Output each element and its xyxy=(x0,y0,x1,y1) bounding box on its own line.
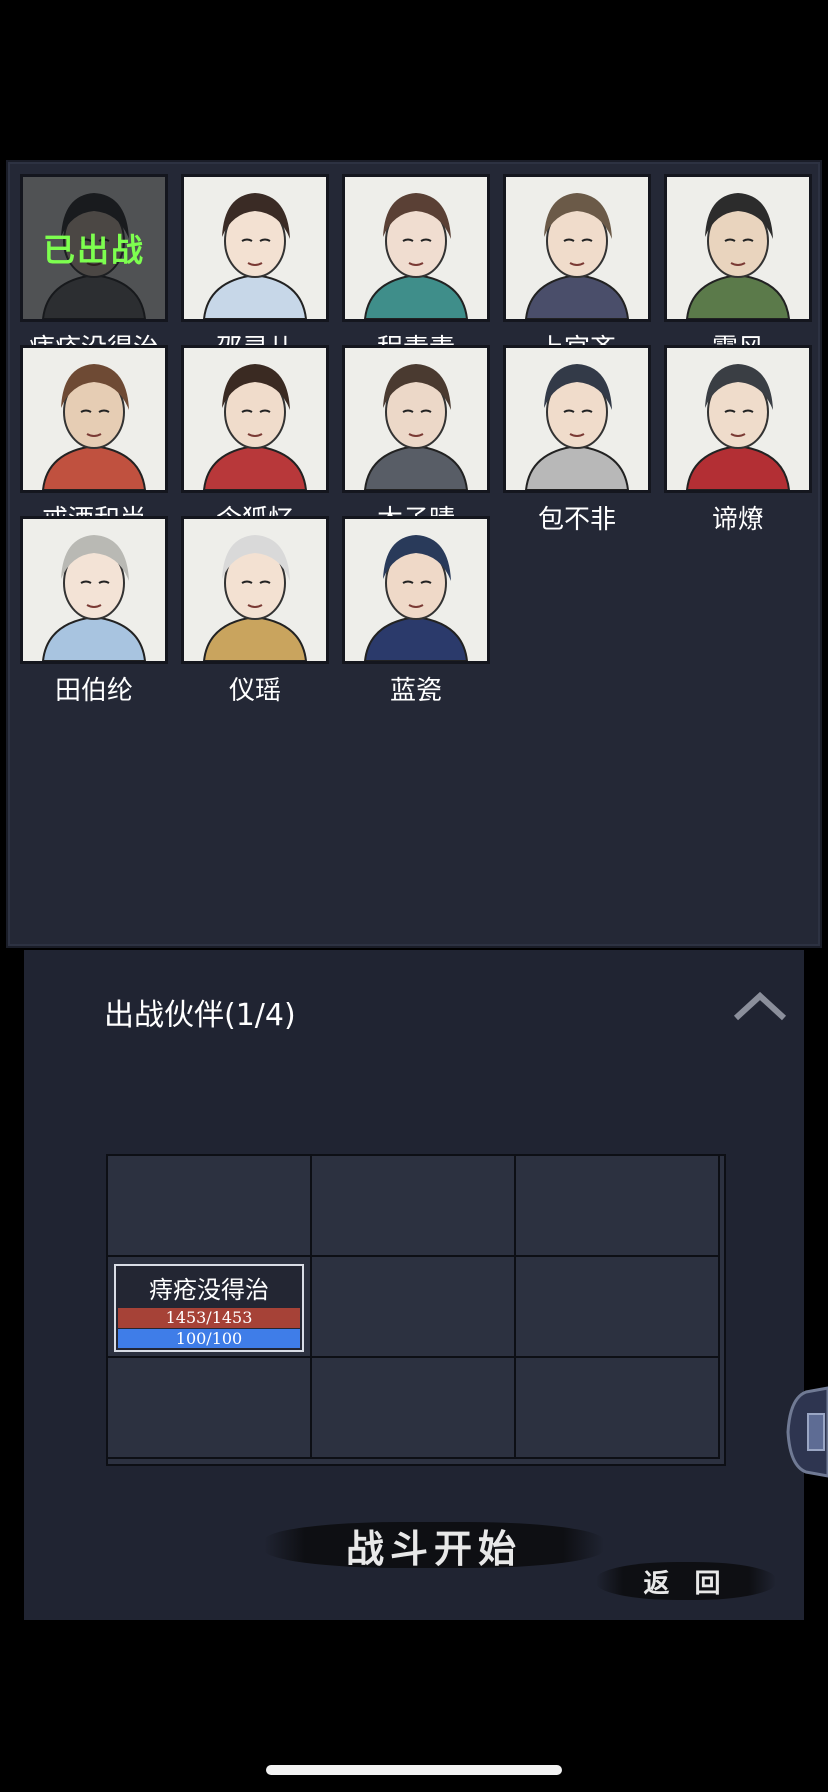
hero-portrait xyxy=(342,516,490,664)
formation-slot[interactable] xyxy=(106,1356,312,1459)
hero-card[interactable]: 蓝瓷 xyxy=(340,516,492,706)
side-menu-tab-icon[interactable] xyxy=(784,1384,828,1480)
hero-card[interactable]: 邵灵儿 xyxy=(179,174,331,364)
formation-slot[interactable] xyxy=(310,1154,516,1257)
hero-portrait xyxy=(20,516,168,664)
hero-portrait xyxy=(20,345,168,493)
hero-portrait xyxy=(181,345,329,493)
hero-name: 谛燎 xyxy=(711,505,764,535)
hero-card[interactable]: 仪瑶 xyxy=(179,516,331,706)
hero-portrait xyxy=(503,174,651,322)
hero-card[interactable]: 上官齐 xyxy=(501,174,653,364)
deployed-badge: 已出战 xyxy=(23,177,165,319)
formation-slot[interactable] xyxy=(310,1356,516,1459)
formation-slot[interactable] xyxy=(514,1356,720,1459)
hero-portrait xyxy=(342,174,490,322)
home-indicator xyxy=(266,1765,562,1775)
mp-bar: 100/100 xyxy=(118,1329,300,1348)
hero-portrait xyxy=(181,174,329,322)
hero-card[interactable]: 谛燎 xyxy=(662,345,814,535)
hero-portrait xyxy=(664,174,812,322)
hero-card[interactable]: 包不非 xyxy=(501,345,653,535)
formation-slot[interactable] xyxy=(310,1255,516,1358)
battle-start-button[interactable]: 战斗开始 xyxy=(264,1510,604,1580)
hero-card[interactable]: 霄风 xyxy=(662,174,814,364)
hero-name: 蓝瓷 xyxy=(389,676,442,706)
formation-slot[interactable] xyxy=(514,1154,720,1257)
back-label: 返 回 xyxy=(643,1568,729,1599)
hero-name: 田伯纶 xyxy=(54,676,133,706)
hero-portrait xyxy=(503,345,651,493)
hero-portrait xyxy=(342,345,490,493)
hero-card[interactable]: 木子晴 xyxy=(340,345,492,535)
formation-slot-occupied[interactable]: 痔疮没得治 1453/1453 100/100 xyxy=(106,1255,312,1358)
hero-name: 仪瑶 xyxy=(228,676,281,706)
battle-start-label: 战斗开始 xyxy=(345,1525,522,1571)
hero-card[interactable]: 程素素 xyxy=(340,174,492,364)
hero-portrait: 已出战 xyxy=(20,174,168,322)
hero-roster-panel: 已出战痔疮没得治邵灵儿程素素上官齐霄风戒酒和尚令狐忆木子晴包不非 谛燎田伯纶 仪瑶 蓝… xyxy=(6,160,822,948)
party-unit-card[interactable]: 痔疮没得治 1453/1453 100/100 xyxy=(114,1264,304,1352)
status-bar-area xyxy=(0,0,828,160)
party-title: 出战伙伴(1/4) xyxy=(104,998,296,1033)
hero-name: 包不非 xyxy=(537,505,616,535)
back-button[interactable]: 返 回 xyxy=(596,1556,776,1606)
hero-card[interactable]: 已出战痔疮没得治 xyxy=(18,174,170,364)
hero-card[interactable]: 令狐忆 xyxy=(179,345,331,535)
hero-portrait xyxy=(664,345,812,493)
formation-grid: 痔疮没得治 1453/1453 100/100 xyxy=(106,1154,726,1466)
hero-card[interactable]: 田伯纶 xyxy=(18,516,170,706)
chevron-up-icon[interactable] xyxy=(730,986,790,1026)
hp-bar: 1453/1453 xyxy=(118,1308,300,1328)
formation-slot[interactable] xyxy=(514,1255,720,1358)
hero-card[interactable]: 戒酒和尚 xyxy=(18,345,170,535)
party-panel: 出战伙伴(1/4) 痔疮没得治 1453/1453 100/100 战斗开始 返… xyxy=(24,950,804,1620)
hero-portrait xyxy=(181,516,329,664)
formation-slot[interactable] xyxy=(106,1154,312,1257)
unit-name: 痔疮没得治 xyxy=(149,1276,269,1304)
